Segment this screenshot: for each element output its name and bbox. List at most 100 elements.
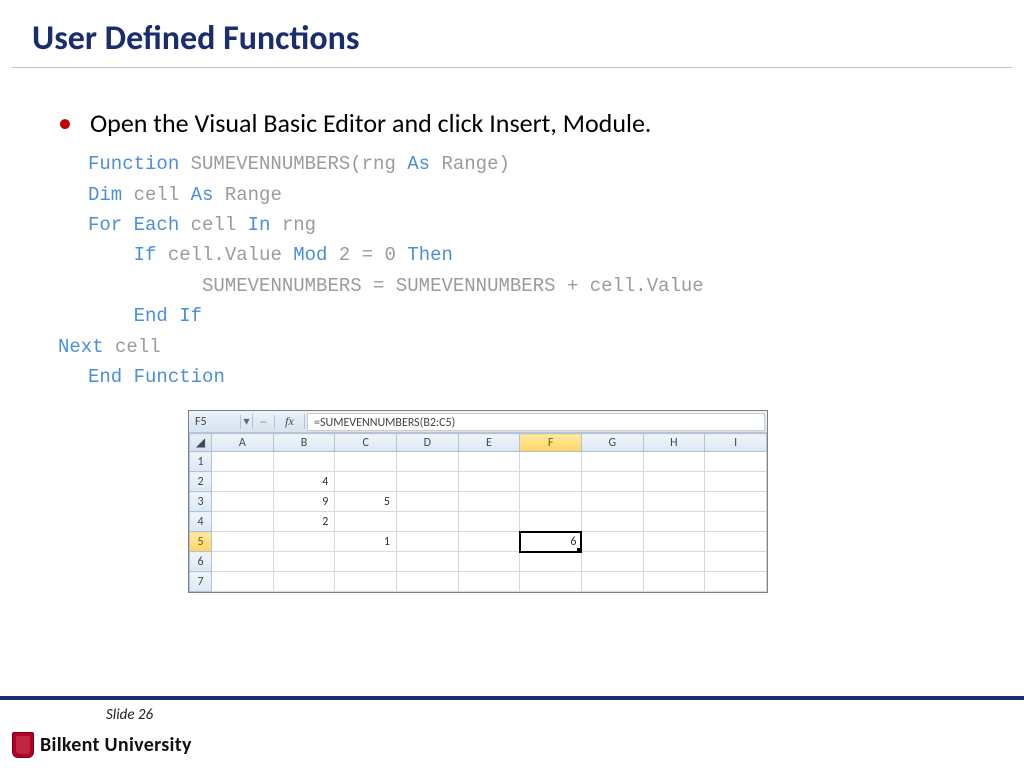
cell[interactable] <box>212 452 274 472</box>
cell[interactable] <box>643 472 705 492</box>
cell[interactable]: 9 <box>273 492 335 512</box>
col-header-a[interactable]: A <box>212 434 274 452</box>
cell[interactable] <box>335 512 397 532</box>
cell[interactable] <box>581 492 643 512</box>
code-line-4: If cell.Value Mod 2 = 0 Then <box>88 240 984 270</box>
code-line-8: End Function <box>88 362 984 392</box>
cell[interactable] <box>643 512 705 532</box>
code-line-6: End If <box>88 301 984 331</box>
cell[interactable] <box>581 572 643 592</box>
cell[interactable] <box>705 452 767 472</box>
cell[interactable] <box>335 452 397 472</box>
slide-footer: Slide 26 Bilkent University <box>0 696 1024 768</box>
cell[interactable] <box>212 532 274 552</box>
cell[interactable] <box>643 532 705 552</box>
code-block: Function SUMEVENNUMBERS(rng As Range) Di… <box>88 149 984 392</box>
cell[interactable] <box>520 512 582 532</box>
select-all-corner[interactable]: ◢ <box>190 434 212 452</box>
cell[interactable] <box>396 492 458 512</box>
bullet-row: • Open the Visual Basic Editor and click… <box>58 108 984 139</box>
code-line-7: Next cell <box>58 332 984 362</box>
cell[interactable] <box>212 572 274 592</box>
col-header-f[interactable]: F <box>520 434 582 452</box>
bullet-text: Open the Visual Basic Editor and click I… <box>90 108 652 139</box>
cell[interactable] <box>581 452 643 472</box>
row-header-1[interactable]: 1 <box>190 452 212 472</box>
code-line-1: Function SUMEVENNUMBERS(rng As Range) <box>88 149 984 179</box>
cell[interactable]: 5 <box>335 492 397 512</box>
cell[interactable] <box>458 452 520 472</box>
cell[interactable] <box>705 572 767 592</box>
cell[interactable] <box>335 472 397 492</box>
col-header-b[interactable]: B <box>273 434 335 452</box>
formula-input[interactable]: =SUMEVENNUMBERS(B2:C5) <box>307 413 765 431</box>
row-header-5[interactable]: 5 <box>190 532 212 552</box>
fx-icon[interactable]: fx <box>275 414 305 429</box>
cell[interactable] <box>273 532 335 552</box>
excel-screenshot: F5 ▾ ⎯ fx =SUMEVENNUMBERS(B2:C5) ◢ A B C… <box>188 410 768 593</box>
col-header-g[interactable]: G <box>581 434 643 452</box>
cell[interactable] <box>458 472 520 492</box>
cell[interactable] <box>396 572 458 592</box>
cell[interactable] <box>520 472 582 492</box>
cell[interactable] <box>581 532 643 552</box>
col-header-c[interactable]: C <box>335 434 397 452</box>
cell[interactable] <box>643 492 705 512</box>
cell[interactable] <box>643 552 705 572</box>
cell[interactable] <box>458 512 520 532</box>
cell[interactable] <box>520 572 582 592</box>
cell[interactable] <box>396 472 458 492</box>
cell[interactable] <box>273 572 335 592</box>
bullet-icon: • <box>58 108 72 138</box>
cell[interactable] <box>458 492 520 512</box>
slide-title: User Defined Functions <box>0 0 1024 67</box>
cell[interactable] <box>581 552 643 572</box>
cell[interactable] <box>643 572 705 592</box>
cell[interactable] <box>458 552 520 572</box>
cell[interactable] <box>212 552 274 572</box>
cell[interactable] <box>396 452 458 472</box>
cancel-formula-icon[interactable]: ⎯ <box>253 415 275 429</box>
col-header-e[interactable]: E <box>458 434 520 452</box>
name-box-dropdown-icon[interactable]: ▾ <box>241 414 253 429</box>
cell[interactable]: 1 <box>335 532 397 552</box>
cell[interactable] <box>458 532 520 552</box>
cell[interactable] <box>458 572 520 592</box>
col-header-i[interactable]: I <box>705 434 767 452</box>
row-header-6[interactable]: 6 <box>190 552 212 572</box>
col-header-d[interactable]: D <box>396 434 458 452</box>
cell[interactable] <box>581 512 643 532</box>
cell[interactable] <box>520 492 582 512</box>
cell[interactable] <box>396 532 458 552</box>
cell[interactable] <box>212 472 274 492</box>
name-box[interactable]: F5 <box>189 415 241 429</box>
spreadsheet-grid: ◢ A B C D E F G H I 1 24 395 42 516 6 7 <box>189 433 767 592</box>
cell[interactable] <box>643 452 705 472</box>
cell[interactable] <box>335 552 397 572</box>
cell[interactable] <box>396 512 458 532</box>
cell[interactable] <box>705 512 767 532</box>
cell[interactable] <box>212 512 274 532</box>
cell[interactable] <box>396 552 458 572</box>
row-header-2[interactable]: 2 <box>190 472 212 492</box>
row-header-3[interactable]: 3 <box>190 492 212 512</box>
cell[interactable] <box>705 552 767 572</box>
col-header-h[interactable]: H <box>643 434 705 452</box>
university-shield-icon <box>12 732 34 758</box>
row-header-7[interactable]: 7 <box>190 572 212 592</box>
cell[interactable] <box>705 532 767 552</box>
cell[interactable]: 4 <box>273 472 335 492</box>
cell[interactable] <box>705 472 767 492</box>
formula-bar: F5 ▾ ⎯ fx =SUMEVENNUMBERS(B2:C5) <box>189 411 767 433</box>
cell[interactable] <box>520 452 582 472</box>
cell[interactable] <box>335 572 397 592</box>
cell[interactable] <box>705 492 767 512</box>
cell[interactable] <box>273 452 335 472</box>
cell[interactable] <box>273 552 335 572</box>
cell[interactable] <box>212 492 274 512</box>
cell-active[interactable]: 6 <box>520 532 582 552</box>
cell[interactable] <box>581 472 643 492</box>
cell[interactable]: 2 <box>273 512 335 532</box>
cell[interactable] <box>520 552 582 572</box>
row-header-4[interactable]: 4 <box>190 512 212 532</box>
